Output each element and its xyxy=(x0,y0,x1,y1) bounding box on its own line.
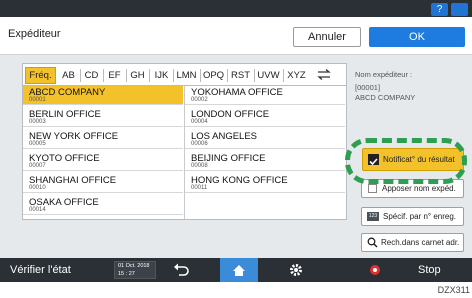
list-item[interactable]: ABCD COMPANY 00001 xyxy=(23,86,183,105)
list-item[interactable]: KYOTO OFFICE 00007 xyxy=(23,152,183,171)
header: Expéditeur Annuler OK xyxy=(0,17,472,55)
list-item[interactable]: NEW YORK OFFICE 00005 xyxy=(23,130,183,149)
list-item[interactable]: HONG KONG OFFICE 00011 xyxy=(185,174,345,193)
search-icon xyxy=(367,237,378,254)
entry-number: 00002 xyxy=(191,97,208,103)
entry-number: 00007 xyxy=(29,163,46,169)
time-text: 15 : 27 xyxy=(118,271,135,277)
tab-ef[interactable]: EF xyxy=(105,68,124,83)
tab-rst[interactable]: RST xyxy=(228,68,253,83)
ok-button[interactable]: OK xyxy=(369,27,465,47)
entry-number: 00010 xyxy=(29,185,46,191)
tab-cd[interactable]: CD xyxy=(82,68,101,83)
screen: ? Expéditeur Annuler OK Fréq. AB CD EF G… xyxy=(0,0,472,282)
list-item[interactable]: BERLIN OFFICE 00003 xyxy=(23,108,183,127)
specify-by-reg-number-button[interactable]: 123 Spécif. par n° enreg. xyxy=(361,207,464,226)
home-icon[interactable] xyxy=(220,258,258,282)
specify-by-reg-number-label: Spécif. par n° enreg. xyxy=(383,212,457,221)
tab-divider xyxy=(80,69,81,82)
reg-number-icon: 123 xyxy=(367,212,379,221)
search-address-book-button[interactable]: Rech.dans carnet adr. xyxy=(361,233,464,252)
date-time-display: 01 Oct. 2018 15 : 27 xyxy=(114,261,156,279)
tab-ijk[interactable]: IJK xyxy=(151,68,172,83)
entry-number: 00011 xyxy=(191,185,208,191)
figure-code: DZX311 xyxy=(437,285,470,295)
sender-name: ABCD COMPANY xyxy=(355,93,416,102)
entry-number: 00014 xyxy=(29,207,46,213)
entry-number: 00005 xyxy=(29,141,46,147)
tab-divider xyxy=(149,69,150,82)
page-title: Expéditeur xyxy=(8,28,61,40)
check-status-button[interactable]: Vérifier l'état xyxy=(10,258,71,282)
highlight-annotation xyxy=(345,138,467,184)
tab-gh[interactable]: GH xyxy=(128,68,147,83)
switch-index-icon[interactable] xyxy=(313,68,335,83)
entry-number: 00001 xyxy=(29,97,46,103)
stop-icon[interactable] xyxy=(368,258,382,282)
help-button[interactable]: ? xyxy=(431,3,448,16)
list-item[interactable]: SHANGHAI OFFICE 00010 xyxy=(23,174,183,193)
entry-number: 00003 xyxy=(29,119,46,125)
stop-button[interactable]: Stop xyxy=(418,258,441,282)
list-item[interactable]: LONDON OFFICE 00004 xyxy=(185,108,345,127)
tab-divider xyxy=(126,69,127,82)
sender-label: Nom expéditeur : xyxy=(355,70,413,79)
cancel-button[interactable]: Annuler xyxy=(293,27,361,47)
moon-icon[interactable] xyxy=(451,3,468,16)
index-tabs: Fréq. AB CD EF GH IJK LMN OPQ RST UVW XY… xyxy=(23,64,346,86)
sender-id: [00001] xyxy=(355,83,381,92)
top-status-bar: ? xyxy=(0,0,472,17)
list-item[interactable]: LOS ANGELES 00006 xyxy=(185,130,345,149)
entry-number: 00006 xyxy=(191,141,208,147)
tab-divider xyxy=(103,69,104,82)
checkbox-icon xyxy=(368,184,377,193)
gear-icon[interactable] xyxy=(288,258,304,282)
tab-opq[interactable]: OPQ xyxy=(201,68,226,83)
back-icon[interactable] xyxy=(172,258,190,282)
tab-xyz[interactable]: XYZ xyxy=(284,68,309,83)
tab-lmn[interactable]: LMN xyxy=(174,68,199,83)
bottom-bar: Vérifier l'état 01 Oct. 2018 15 : 27 Sto… xyxy=(0,258,472,282)
date-text: 01 Oct. 2018 xyxy=(118,263,150,269)
destination-list-panel: Fréq. AB CD EF GH IJK LMN OPQ RST UVW XY… xyxy=(22,63,347,220)
tab-uvw[interactable]: UVW xyxy=(255,68,282,83)
list-item[interactable]: BEIJING OFFICE 00008 xyxy=(185,152,345,171)
tab-freq[interactable]: Fréq. xyxy=(25,67,56,84)
entry-number: 00008 xyxy=(191,163,208,169)
list-item[interactable]: YOKOHAMA OFFICE 00002 xyxy=(185,86,345,105)
list-item[interactable]: OSAKA OFFICE 00014 xyxy=(23,196,183,215)
entry-number: 00004 xyxy=(191,119,208,125)
tab-ab[interactable]: AB xyxy=(59,68,78,83)
search-address-book-label: Rech.dans carnet adr. xyxy=(381,238,460,247)
